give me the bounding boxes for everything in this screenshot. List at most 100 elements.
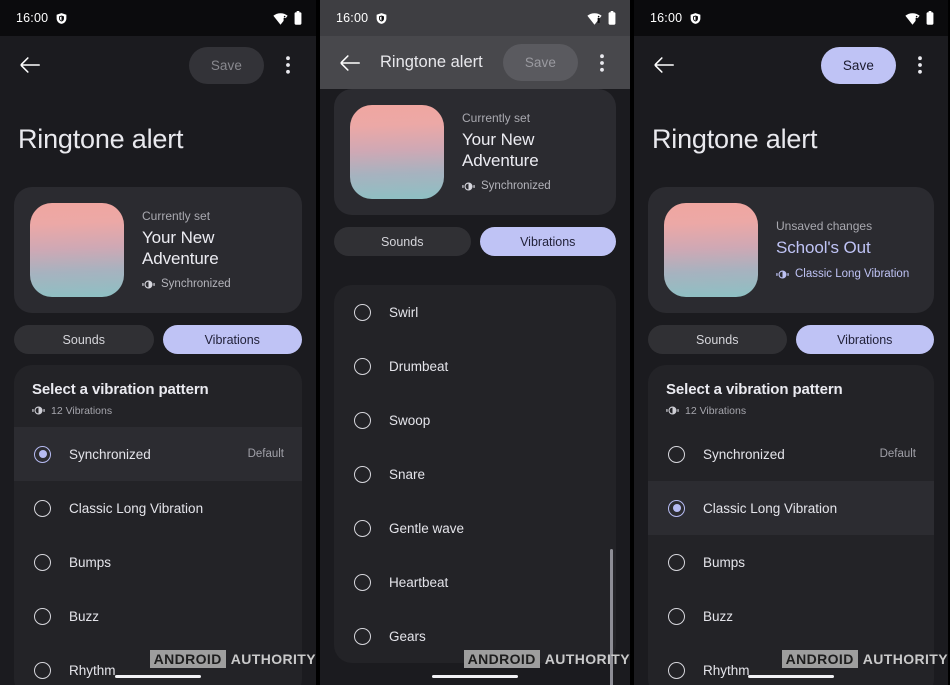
vibration-list-item[interactable]: Swirl (334, 285, 616, 339)
vibration-list-item[interactable]: Classic Long Vibration (14, 481, 302, 535)
vibration-meta-badge: Default (879, 448, 916, 460)
radio-button[interactable] (34, 553, 51, 571)
ringtone-artwork-thumbnail (350, 105, 444, 199)
shield-icon (689, 12, 702, 25)
radio-button[interactable] (354, 303, 371, 321)
status-time: 16:00 (16, 11, 49, 25)
status-time: 16:00 (336, 11, 369, 25)
vibration-list-item[interactable]: Buzz (14, 589, 302, 643)
wifi-icon (587, 12, 602, 25)
partially-scrolled-item-clip: Rhythm (334, 267, 616, 285)
vibration-icon (666, 404, 679, 417)
current-selection-card[interactable]: Unsaved changes School's Out Classic Long … (648, 187, 934, 313)
app-bar: Save (634, 36, 948, 94)
overflow-menu-button[interactable] (268, 45, 308, 85)
save-button[interactable]: Save (820, 46, 896, 84)
vibration-list-item[interactable]: Bumps (14, 535, 302, 589)
tab-sounds[interactable]: Sounds (14, 325, 154, 354)
current-vibration-label: Classic Long Vibration (795, 268, 910, 281)
vibration-list-scroll-area[interactable]: Rhythm Swirl Drumbeat Swoop Snare Gentle wave… (334, 267, 616, 685)
vibration-list-item[interactable]: Classic Long Vibration (648, 481, 934, 535)
wifi-icon (905, 12, 920, 25)
radio-button[interactable] (34, 661, 51, 679)
radio-button[interactable] (354, 465, 371, 483)
gesture-nav-bar[interactable] (115, 674, 201, 678)
radio-button[interactable] (354, 573, 371, 591)
tab-vibrations[interactable]: Vibrations (795, 325, 934, 354)
vibration-count-label: 12 Vibrations (685, 404, 747, 417)
ringtone-artwork-thumbnail (30, 203, 124, 297)
gesture-nav-bar[interactable] (432, 674, 518, 678)
vibration-list-item[interactable]: Synchronized Default (14, 427, 302, 481)
vibration-pattern-card: Select a vibration pattern 12 Vibrations S… (14, 365, 302, 685)
vibration-list-item[interactable]: Heartbeat (334, 555, 616, 609)
phone-screenshot-2: 16:00 Ringtone alert Save Currently set Your… (316, 0, 634, 685)
tab-vibrations[interactable]: Vibrations (162, 325, 302, 354)
current-selection-name: Your New Adventure (142, 228, 219, 268)
tab-sounds[interactable]: Sounds (648, 325, 787, 354)
radio-button[interactable] (354, 411, 371, 429)
back-button[interactable] (10, 45, 50, 85)
more-vert-icon (918, 56, 922, 74)
android-authority-watermark: ANDROID AUTHORITY (149, 650, 316, 668)
radio-button[interactable] (354, 357, 371, 375)
vibration-list-item[interactable]: Swoop (334, 393, 616, 447)
radio-button[interactable] (668, 553, 685, 571)
status-right (587, 11, 616, 25)
vibration-count-label: 12 Vibrations (51, 404, 113, 417)
watermark-authority: AUTHORITY (544, 651, 630, 667)
save-button[interactable]: Save (502, 44, 578, 81)
radio-button[interactable] (668, 499, 685, 517)
tab-vibrations[interactable]: Vibrations (479, 227, 616, 256)
status-left: 16:00 (16, 11, 68, 25)
vibration-list-item[interactable]: Gentle wave (334, 501, 616, 555)
radio-button[interactable] (668, 445, 685, 463)
vibration-name: Gears (389, 628, 426, 644)
radio-button[interactable] (34, 607, 51, 625)
overflow-menu-button[interactable] (582, 43, 622, 83)
vibration-list-title: Select a vibration pattern (666, 381, 843, 398)
back-arrow-icon (340, 54, 360, 72)
radio-button[interactable] (354, 519, 371, 537)
vibration-icon (462, 180, 475, 193)
current-selection-card[interactable]: Currently set Your New Adventure Synchroni… (14, 187, 302, 313)
vibration-list-item[interactable]: Snare (334, 447, 616, 501)
screen-content: Ringtone alert Currently set Your New Adve… (0, 124, 316, 685)
vibration-count-row: 12 Vibrations (666, 404, 916, 417)
current-vibration-row: Classic Long Vibration (776, 268, 909, 281)
vibration-list-item[interactable]: Buzz (648, 589, 934, 643)
tab-sounds[interactable]: Sounds (334, 227, 471, 256)
vibration-name: Buzz (703, 608, 734, 624)
radio-button[interactable] (668, 661, 685, 679)
vibration-list-item[interactable]: Drumbeat (334, 339, 616, 393)
page-title: Ringtone alert (652, 124, 818, 154)
vibration-list-item[interactable]: Rhythm (334, 267, 616, 285)
watermark-android: ANDROID (149, 650, 226, 668)
gesture-nav-bar[interactable] (748, 674, 834, 678)
current-vibration-row: Synchronized (142, 278, 286, 291)
radio-button[interactable] (668, 607, 685, 625)
current-selection-status-label: Unsaved changes (776, 219, 873, 234)
current-selection-status-label: Currently set (142, 209, 211, 224)
current-selection-text: Currently set Your New Adventure Synchroni… (462, 111, 600, 192)
back-button[interactable] (644, 45, 684, 85)
back-button[interactable] (330, 43, 370, 83)
vibration-list-item[interactable]: Synchronized Default (648, 427, 934, 481)
radio-button[interactable] (354, 627, 371, 645)
status-time: 16:00 (650, 11, 683, 25)
radio-button[interactable] (34, 499, 51, 517)
wifi-icon (273, 12, 288, 25)
status-bar: 16:00 (320, 0, 630, 36)
vibration-list-item[interactable]: Bumps (648, 535, 934, 589)
segmented-toggle: Sounds Vibrations (648, 325, 934, 354)
battery-icon (294, 11, 302, 25)
radio-button[interactable] (34, 445, 51, 463)
current-selection-card[interactable]: Currently set Your New Adventure Synchroni… (334, 89, 616, 215)
shield-icon (375, 12, 388, 25)
status-right (273, 11, 302, 25)
overflow-menu-button[interactable] (900, 45, 940, 85)
battery-icon (926, 11, 934, 25)
vibration-name: Synchronized (69, 446, 151, 462)
vibration-count-row: 12 Vibrations (32, 404, 284, 417)
save-button[interactable]: Save (188, 46, 264, 84)
